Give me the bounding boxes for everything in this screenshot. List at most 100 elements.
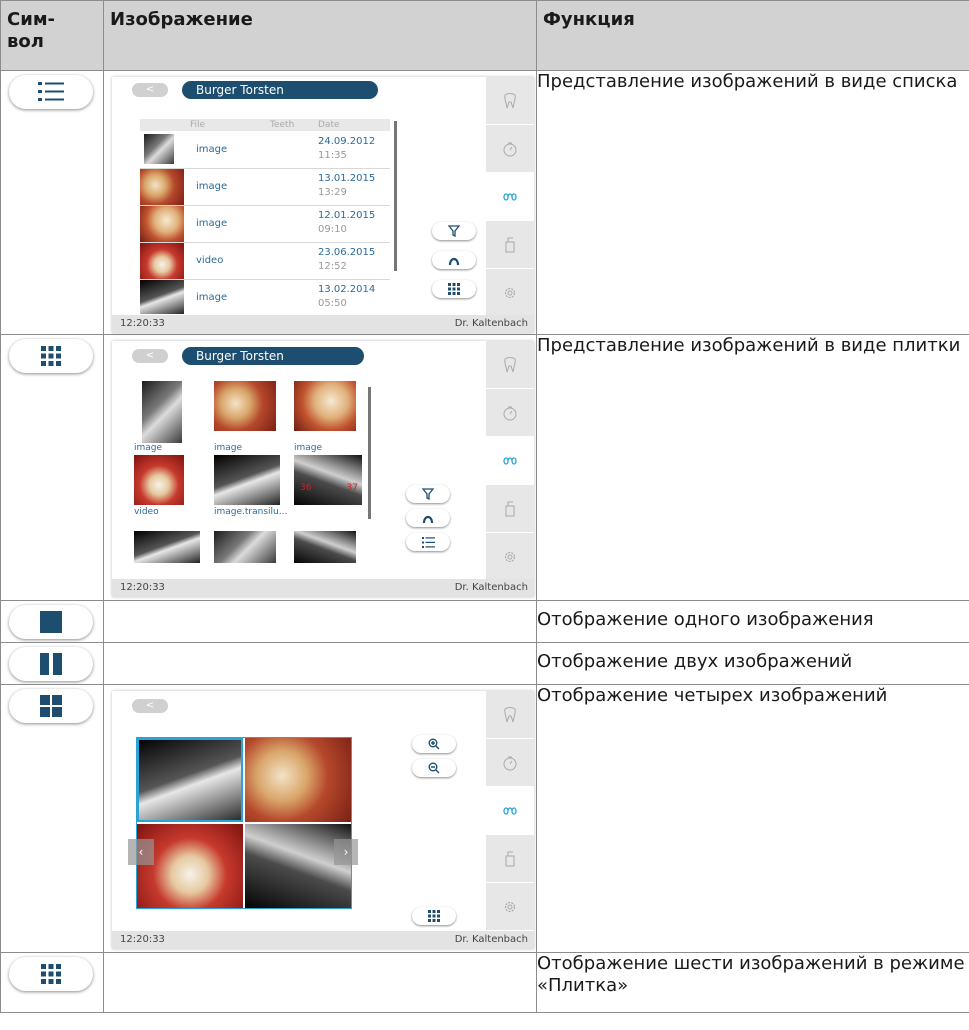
single-view-button[interactable] xyxy=(9,605,93,639)
list-item[interactable]: image 24.09.2012 11:35 xyxy=(140,132,390,169)
tooth-icon xyxy=(504,356,516,372)
tile-label: image xyxy=(214,443,243,453)
menu-timer[interactable] xyxy=(486,739,534,787)
menu-settings[interactable] xyxy=(486,883,534,931)
menu-timer[interactable] xyxy=(486,389,534,437)
symbol-cell xyxy=(0,70,104,335)
clock: 12:20:33 xyxy=(120,934,165,945)
side-menu xyxy=(486,341,534,581)
tile-image[interactable] xyxy=(134,531,200,563)
item-date: 12.01.2015 xyxy=(318,210,376,221)
tile-view-button[interactable] xyxy=(9,339,93,373)
zoom-out-button[interactable] xyxy=(412,759,456,777)
tile-image[interactable] xyxy=(134,455,184,505)
filter-icon xyxy=(422,488,434,500)
tile-image[interactable] xyxy=(214,455,280,505)
thumbnail xyxy=(140,280,184,314)
item-time: 11:35 xyxy=(318,150,347,161)
jaw-button[interactable] xyxy=(406,509,450,527)
list-view-screenshot: < Burger Torsten File Teeth Date image 2… xyxy=(112,77,534,333)
grid-icon xyxy=(448,283,460,295)
filter-button[interactable] xyxy=(432,222,476,240)
list-item[interactable]: image 12.01.2015 09:10 xyxy=(140,206,390,243)
menu-spray[interactable] xyxy=(486,835,534,883)
image-cell xyxy=(103,642,537,685)
header-symbol: Сим- вол xyxy=(0,0,104,71)
list-item[interactable]: image 13.01.2015 13:29 xyxy=(140,169,390,206)
six-view-button[interactable] xyxy=(9,957,93,991)
item-date: 13.02.2014 xyxy=(318,284,376,295)
tile-image[interactable] xyxy=(214,531,276,563)
tile-image[interactable] xyxy=(142,381,182,443)
menu-tooth[interactable] xyxy=(486,77,534,125)
tile-image[interactable] xyxy=(214,381,276,431)
arrow-right-button[interactable]: › xyxy=(334,839,358,865)
back-button[interactable]: < xyxy=(132,349,168,363)
gear-icon xyxy=(504,901,516,912)
double-view-button[interactable] xyxy=(9,647,93,681)
function-cell: Отображение двух изображений xyxy=(536,642,969,685)
arrow-left-button[interactable]: ‹ xyxy=(128,839,154,865)
list-item[interactable]: image 13.02.2014 05:50 xyxy=(140,280,390,314)
function-cell: Отображение четырех изображений xyxy=(536,684,969,953)
tile-label: image.transilu... xyxy=(214,507,288,517)
quad-image[interactable] xyxy=(245,824,351,908)
list-view-button[interactable] xyxy=(406,533,450,551)
row-list-view: < Burger Torsten File Teeth Date image 2… xyxy=(0,70,969,335)
scrollbar[interactable] xyxy=(368,387,371,519)
menu-timer[interactable] xyxy=(486,125,534,173)
menu-settings[interactable] xyxy=(486,269,534,317)
status-bar: 12:20:33 Dr. Kaltenbach xyxy=(112,315,534,333)
menu-settings[interactable] xyxy=(486,533,534,581)
symbol-cell xyxy=(0,642,104,685)
tile-image[interactable] xyxy=(294,381,356,431)
menu-infinity[interactable] xyxy=(486,437,534,485)
column-file: File xyxy=(190,120,206,130)
thumbnail xyxy=(140,206,184,242)
doctor-name: Dr. Kaltenbach xyxy=(454,582,528,593)
scrollbar[interactable] xyxy=(394,121,397,271)
menu-tooth[interactable] xyxy=(486,341,534,389)
side-menu xyxy=(486,691,534,931)
back-button[interactable]: < xyxy=(132,83,168,97)
menu-tooth[interactable] xyxy=(486,691,534,739)
tile-image[interactable]: 36 37 xyxy=(294,455,362,505)
function-cell: Отображение шести изображений в режиме «… xyxy=(536,952,969,1013)
jaw-icon xyxy=(422,515,434,524)
jaw-button[interactable] xyxy=(432,251,476,269)
item-time: 13:29 xyxy=(318,187,347,198)
clock: 12:20:33 xyxy=(120,318,165,329)
spray-icon xyxy=(505,237,515,252)
grid-icon xyxy=(41,346,61,366)
function-cell: Отображение одного изображения xyxy=(536,600,969,643)
row-double-view: Отображение двух изображений xyxy=(0,642,969,685)
tile-view-button[interactable] xyxy=(432,280,476,298)
image-cell xyxy=(103,952,537,1013)
menu-spray[interactable] xyxy=(486,485,534,533)
function-cell: Представление изображений в виде плитки xyxy=(536,334,969,601)
list-view-button[interactable] xyxy=(9,75,93,109)
grid-icon xyxy=(41,964,61,984)
header-row: Сим- вол Изображение Функция xyxy=(0,0,969,71)
document-table: Сим- вол Изображение Функция < Burger To… xyxy=(0,0,969,1013)
menu-spray[interactable] xyxy=(486,221,534,269)
item-time: 09:10 xyxy=(318,224,347,235)
symbol-cell xyxy=(0,334,104,601)
list-item[interactable]: video 23.06.2015 12:52 xyxy=(140,243,390,280)
zoom-in-button[interactable] xyxy=(412,735,456,753)
quad-image[interactable] xyxy=(137,824,243,908)
doctor-name: Dr. Kaltenbach xyxy=(454,934,528,945)
quad-view-button[interactable] xyxy=(9,689,93,723)
item-time: 05:50 xyxy=(318,298,347,309)
menu-infinity[interactable] xyxy=(486,787,534,835)
quad-image[interactable] xyxy=(245,738,351,822)
tile-view-button[interactable] xyxy=(412,907,456,925)
quad-image[interactable] xyxy=(137,738,243,822)
zoom-in-icon xyxy=(428,738,440,750)
back-button[interactable]: < xyxy=(132,699,168,713)
menu-infinity[interactable] xyxy=(486,173,534,221)
image-cell xyxy=(103,600,537,643)
tile-image[interactable] xyxy=(294,531,356,563)
four-squares-icon xyxy=(40,695,62,717)
filter-button[interactable] xyxy=(406,485,450,503)
